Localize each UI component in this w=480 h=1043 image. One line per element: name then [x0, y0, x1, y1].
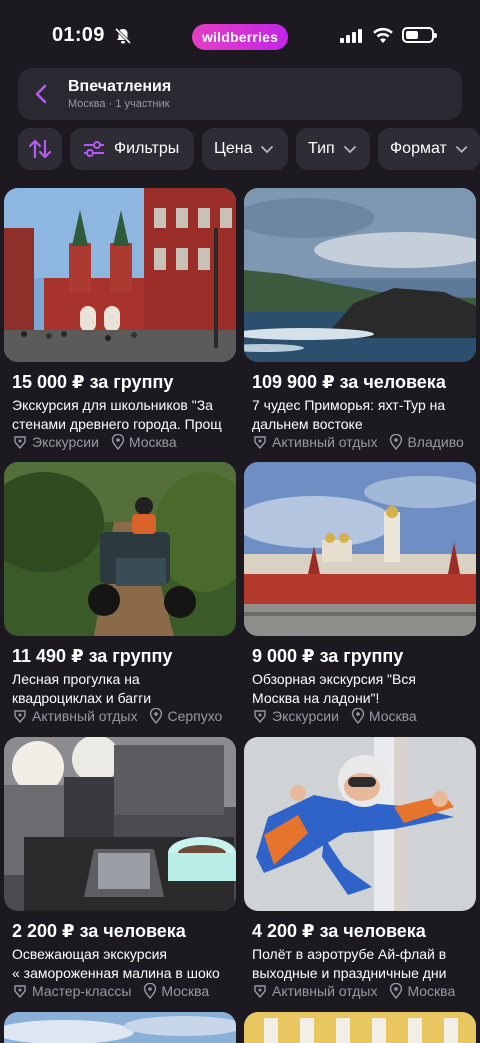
chevron-down-icon: [261, 146, 274, 154]
card-title-line1: Лесная прогулка на: [12, 671, 140, 687]
card-city: Владиво: [407, 434, 464, 450]
card-category: Активный отдых: [272, 434, 378, 450]
card-title-line1: 7 чудес Приморья: яхт-Тур на: [252, 397, 446, 413]
card-meta: Активный отдых Москва: [252, 983, 476, 999]
card-city: Серпухо: [167, 708, 223, 724]
chevron-down-icon: [455, 146, 467, 154]
card-title-line2: стенами древнего города. Прощ: [12, 416, 222, 432]
card-category: Экскурсии: [272, 708, 339, 724]
tag-icon: [254, 985, 266, 998]
pin-icon: [144, 983, 157, 999]
status-bar: 01:09 wildberries: [0, 0, 480, 64]
card-meta: Мастер-классы Москва: [12, 983, 236, 999]
experience-card[interactable]: 4 200 ₽ за человека Полёт в аэротрубе Ай…: [244, 737, 476, 1005]
card-title-line1: Освежающая экскурсия: [12, 946, 167, 962]
tag-icon: [14, 436, 26, 449]
card-title-line1: Обзорная экскурсия "Вся: [252, 671, 416, 687]
card-photo[interactable]: [244, 188, 476, 362]
price-dropdown[interactable]: Цена: [202, 128, 288, 170]
card-title-line2: « замороженная малина в шоко: [12, 965, 220, 981]
card-meta: Активный отдых Владиво: [252, 434, 476, 450]
tag-icon: [254, 710, 266, 723]
wifi-icon: [373, 27, 393, 43]
card-meta: Экскурсии Москва: [252, 708, 476, 724]
card-price: 9 000 ₽ за группу: [252, 646, 404, 666]
pin-icon: [351, 708, 365, 724]
card-price: 15 000 ₽ за группу: [12, 372, 174, 392]
sort-button[interactable]: [18, 128, 62, 170]
card-photo[interactable]: [4, 737, 236, 911]
card-title-line2: квадроциклах и багги: [12, 690, 152, 706]
format-label: Формат: [390, 140, 447, 157]
header-bar: Впечатления Москва · 1 участник: [18, 68, 462, 120]
experience-card[interactable]: 9 000 ₽ за группу Обзорная экскурсия "Вс…: [244, 462, 476, 730]
filters-label: Фильтры: [114, 140, 180, 157]
sliders-icon: [84, 141, 104, 157]
brand-logo: wildberries: [192, 24, 288, 50]
price-label: Цена: [214, 140, 253, 157]
card-city: Москва: [128, 434, 177, 450]
card-title-line2: Москва на ладони"!: [252, 690, 380, 706]
pin-icon: [111, 434, 125, 450]
format-dropdown[interactable]: Формат: [378, 128, 480, 170]
card-photo[interactable]: [4, 462, 236, 636]
type-dropdown[interactable]: Тип: [296, 128, 370, 170]
card-category: Мастер-классы: [32, 983, 132, 999]
signal-icon: [340, 29, 362, 43]
page-subtitle[interactable]: Москва · 1 участник: [68, 98, 169, 110]
experience-card[interactable]: 109 900 ₽ за человека 7 чудес Приморья: …: [244, 188, 476, 456]
experience-card[interactable]: 11 490 ₽ за группу Лесная прогулка на кв…: [4, 462, 236, 730]
chevron-down-icon: [343, 146, 356, 154]
pin-icon: [150, 708, 163, 724]
card-category: Экскурсии: [32, 434, 99, 450]
card-city: Москва: [407, 983, 456, 999]
card-city: Москва: [368, 708, 417, 724]
card-title-line1: Экскурсия для школьников "За: [12, 397, 213, 413]
battery-icon: [402, 27, 437, 43]
experience-card[interactable]: 2 200 ₽ за человека Освежающая экскурсия…: [4, 737, 236, 1005]
card-photo[interactable]: [4, 188, 236, 362]
card-price: 2 200 ₽ за человека: [12, 921, 186, 941]
card-category: Активный отдых: [272, 983, 378, 999]
bell-muted-icon: [114, 27, 132, 45]
card-title-line2: выходные и праздничные дни: [252, 965, 447, 981]
card-title-line1: Полёт в аэротрубе Ай-флай в: [252, 946, 447, 962]
tag-icon: [14, 710, 26, 723]
card-category: Активный отдых: [32, 708, 138, 724]
card-photo[interactable]: [4, 1012, 236, 1043]
back-arrow-icon[interactable]: [28, 80, 56, 108]
tag-icon: [14, 985, 26, 998]
card-meta: Активный отдых Серпухо: [12, 708, 236, 724]
card-city: Москва: [161, 983, 210, 999]
pin-icon: [390, 983, 403, 999]
card-photo[interactable]: [244, 737, 476, 911]
experience-card[interactable]: 15 000 ₽ за группу Экскурсия для школьни…: [4, 188, 236, 456]
card-meta: Экскурсии Москва: [12, 434, 236, 450]
filter-bar: Фильтры Цена Тип Формат: [18, 128, 480, 170]
page-title: Впечатления: [68, 78, 172, 95]
card-price: 4 200 ₽ за человека: [252, 921, 426, 941]
card-price: 11 490 ₽ за группу: [12, 646, 173, 666]
card-photo[interactable]: [244, 1012, 476, 1043]
filters-button[interactable]: Фильтры: [70, 128, 194, 170]
experience-card[interactable]: [244, 1012, 476, 1043]
type-label: Тип: [308, 140, 335, 157]
tag-icon: [254, 436, 266, 449]
card-title-line2: дальнем востоке: [252, 416, 363, 432]
sort-arrows-icon: [28, 139, 52, 159]
card-price: 109 900 ₽ за человека: [252, 372, 446, 392]
pin-icon: [390, 434, 403, 450]
experience-card[interactable]: [4, 1012, 236, 1043]
status-time: 01:09: [52, 24, 105, 46]
card-photo[interactable]: [244, 462, 476, 636]
